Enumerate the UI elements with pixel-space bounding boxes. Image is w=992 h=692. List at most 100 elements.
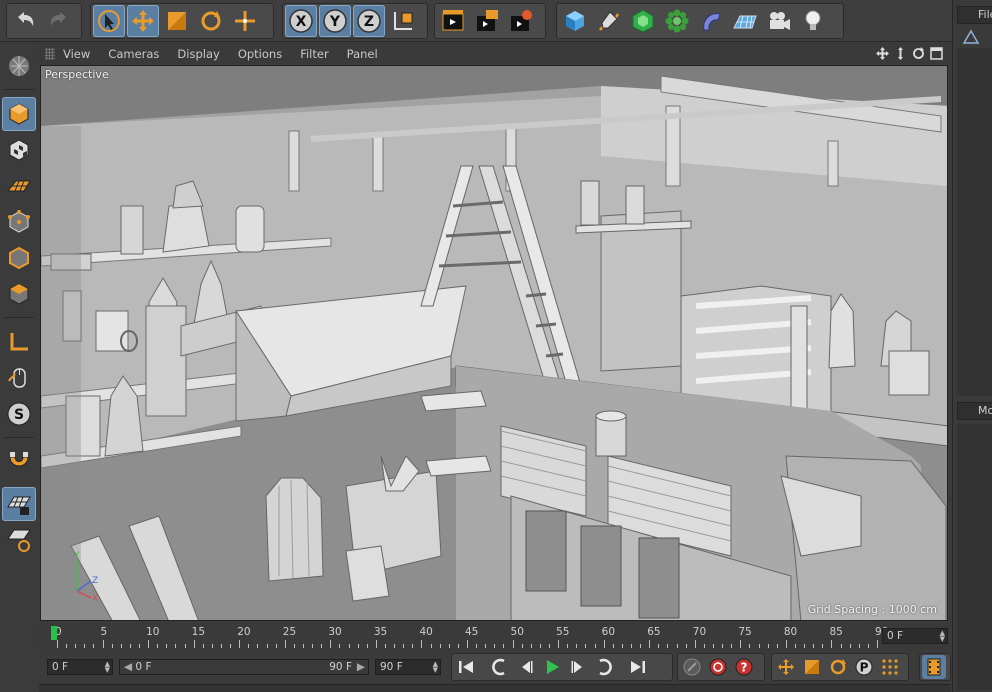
snapping-button[interactable] (2, 443, 36, 477)
polygons-mode-button[interactable] (2, 277, 36, 311)
material-manager-tab[interactable]: Mo (957, 402, 992, 420)
redo-button[interactable] (43, 5, 75, 37)
timeline-window-button[interactable] (922, 655, 946, 679)
viewport-grip[interactable] (45, 48, 55, 60)
make-editable-button[interactable] (2, 49, 36, 83)
solo-button[interactable]: S (2, 397, 36, 431)
go-to-end-button[interactable] (626, 655, 650, 679)
enable-axis-button[interactable] (2, 325, 36, 359)
next-frame-button[interactable] (566, 655, 590, 679)
previous-frame-button[interactable] (514, 655, 538, 679)
timeline-tick (831, 640, 833, 648)
timeline-tick (758, 644, 760, 648)
transform-tool-button[interactable] (229, 5, 261, 37)
move-view-icon[interactable] (876, 47, 889, 60)
pen-spline-button[interactable] (593, 5, 625, 37)
range-right-arrow[interactable]: ▶ (357, 660, 365, 674)
dots-grid-icon (882, 659, 898, 675)
key-scale-button[interactable] (800, 655, 824, 679)
render-view-button[interactable] (437, 5, 469, 37)
maximize-view-icon[interactable] (930, 47, 943, 60)
scale-tool-button[interactable] (161, 5, 193, 37)
timeline-ruler[interactable]: 051015202530354045505560657075808590 (49, 626, 888, 648)
timeline-tick (348, 644, 350, 648)
bend-deformer-icon (703, 13, 721, 31)
current-frame-field[interactable]: 0 F ▲ ▼ (882, 628, 948, 644)
attributes-area[interactable] (957, 424, 992, 690)
render-settings-button[interactable] (505, 5, 537, 37)
texture-mode-button[interactable] (2, 133, 36, 167)
key-parameter-button[interactable]: P (852, 655, 876, 679)
max-frame-field[interactable]: 90 F ▲ ▼ (375, 659, 441, 675)
menu-view[interactable]: View (63, 47, 90, 61)
cube-object-button[interactable] (559, 5, 591, 37)
timeline-tick (476, 644, 478, 648)
menu-panel[interactable]: Panel (347, 47, 378, 61)
planar-workplane-button[interactable] (2, 523, 36, 557)
model-mode-button[interactable] (2, 97, 36, 131)
key-point-level-button[interactable] (878, 655, 902, 679)
rotate-icon (201, 11, 221, 31)
playhead[interactable] (51, 626, 57, 640)
record-active-objects-button[interactable] (680, 655, 704, 679)
spinner-arrows[interactable]: ▲ ▼ (433, 661, 438, 674)
camera-button[interactable] (763, 5, 795, 37)
timeline-tick (731, 644, 733, 648)
play-icon (547, 660, 559, 674)
x-axis-lock-button[interactable]: X (285, 5, 317, 37)
perspective-viewport[interactable]: Y Z X Perspective Grid Spacing : 1000 cm (40, 65, 948, 621)
timeline-tick (312, 644, 314, 648)
spinner-arrows[interactable]: ▲ ▼ (940, 630, 945, 643)
timeline-tick (785, 640, 787, 648)
menu-display[interactable]: Display (177, 47, 219, 61)
locked-workplane-button[interactable] (2, 487, 36, 521)
render-group (434, 3, 546, 39)
key-type-controls: P (771, 653, 909, 681)
rotate-view-icon[interactable] (912, 47, 925, 60)
key-rotation-button[interactable] (826, 655, 850, 679)
subdivision-surface-button[interactable] (627, 5, 659, 37)
deformer-button[interactable] (695, 5, 727, 37)
play-forward-button[interactable] (540, 655, 564, 679)
keyframe-selection-button[interactable]: ? (732, 655, 756, 679)
min-frame-field[interactable]: 0 F ▲ ▼ (47, 659, 113, 675)
svg-text:S: S (14, 407, 24, 423)
z-axis-lock-button[interactable]: Z (353, 5, 385, 37)
previous-key-button[interactable] (488, 655, 512, 679)
key-position-button[interactable] (774, 655, 798, 679)
y-axis-lock-button[interactable]: Y (319, 5, 351, 37)
move-icon (132, 10, 154, 32)
timeline-tick-label: 30 (328, 626, 342, 638)
object-manager-tab[interactable]: File (957, 6, 992, 24)
move-key-icon (778, 659, 794, 675)
live-selection-button[interactable] (93, 5, 125, 37)
coordinate-system-button[interactable] (387, 5, 419, 37)
menu-options[interactable]: Options (238, 47, 282, 61)
move-tool-button[interactable] (127, 5, 159, 37)
menu-cameras[interactable]: Cameras (108, 47, 159, 61)
undo-button[interactable] (9, 5, 41, 37)
points-mode-button[interactable] (2, 205, 36, 239)
object-tree-item[interactable] (961, 28, 991, 46)
next-key-button[interactable] (592, 655, 616, 679)
workplane-mode-button[interactable] (2, 169, 36, 203)
go-to-start-button[interactable] (454, 655, 478, 679)
zoom-view-icon[interactable] (894, 47, 907, 60)
next-key-icon (599, 658, 612, 676)
object-list-area[interactable] (957, 48, 992, 396)
menu-filter[interactable]: Filter (300, 47, 328, 61)
autokeying-button[interactable] (706, 655, 730, 679)
magnet-icon (9, 452, 29, 467)
rotate-tool-button[interactable] (195, 5, 227, 37)
cloner-button[interactable] (661, 5, 693, 37)
light-button[interactable] (797, 5, 829, 37)
keyframe-controls: ? (677, 653, 765, 681)
preview-range-slider[interactable]: ◀ 0 F 90 F ▶ (119, 659, 369, 675)
edges-mode-button[interactable] (2, 241, 36, 275)
render-to-picture-viewer-button[interactable] (471, 5, 503, 37)
timeline[interactable]: 051015202530354045505560657075808590 0 F… (39, 622, 951, 650)
tweak-mode-button[interactable] (2, 361, 36, 395)
floor-button[interactable] (729, 5, 761, 37)
range-left-arrow[interactable]: ◀ (124, 661, 132, 673)
spinner-arrows[interactable]: ▲ ▼ (105, 661, 110, 674)
